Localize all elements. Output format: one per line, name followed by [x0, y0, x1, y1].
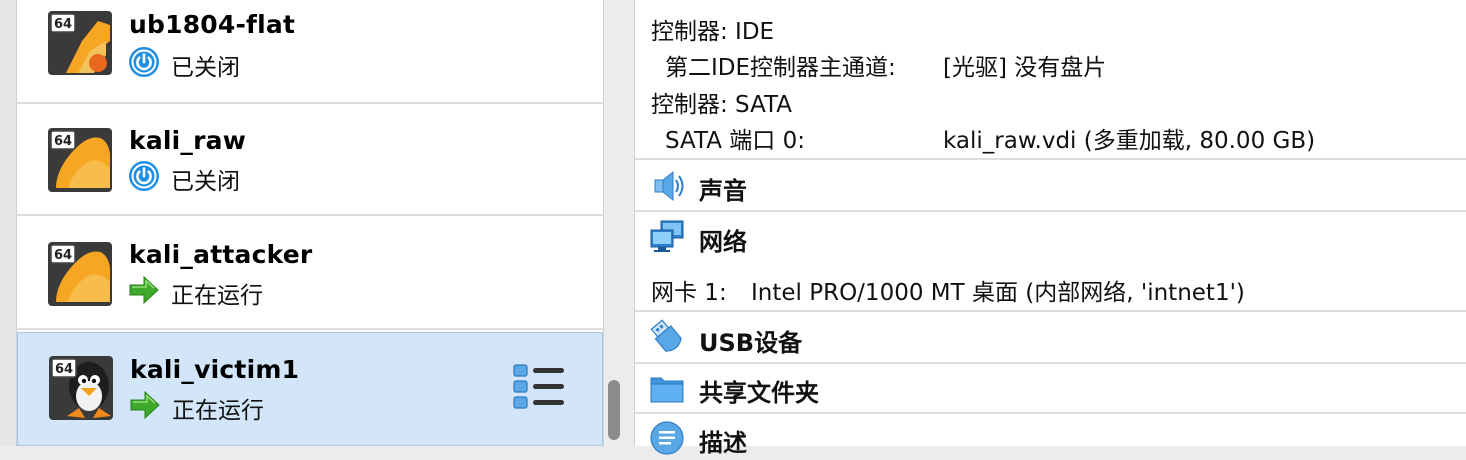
- section-title-usb[interactable]: USB设备: [699, 323, 802, 358]
- storage-controller-sata: 控制器: SATA: [651, 92, 793, 118]
- section-title-shared-folders[interactable]: 共享文件夹: [699, 373, 819, 408]
- divider: [635, 310, 1466, 312]
- arch-badge: 64: [55, 362, 73, 377]
- arch-badge: 64: [54, 248, 72, 263]
- divider: [635, 362, 1466, 364]
- linux-penguin-icon: 64: [49, 356, 113, 420]
- vm-list-scrollbar[interactable]: [608, 380, 620, 440]
- vm-item-kali-victim1[interactable]: 64 kali_victim1 正在运行: [17, 332, 603, 446]
- divider: [635, 210, 1466, 212]
- kali-icon: 64: [48, 242, 112, 306]
- details-pane: 控制器: IDE 第二IDE控制器主通道: [光驱] 没有盘片 控制器: SAT…: [634, 0, 1466, 457]
- storage-ide-port-value[interactable]: [光驱] 没有盘片: [943, 48, 1106, 82]
- running-arrow-icon: [129, 389, 161, 421]
- folder-icon: [649, 370, 685, 406]
- speaker-icon: [649, 168, 685, 204]
- usb-icon: [649, 319, 685, 355]
- vm-status: 已关闭: [171, 55, 240, 81]
- section-title-network[interactable]: 网络: [699, 222, 747, 257]
- power-off-icon: [128, 46, 160, 78]
- section-title-audio[interactable]: 声音: [699, 171, 747, 206]
- vm-list: 64 ub1804-flat 已关闭 64 kali_raw 已关闭 64 ka…: [16, 0, 604, 446]
- machine-tools-menu-icon[interactable]: [512, 363, 566, 411]
- network-adapter-value: Intel PRO/1000 MT 桌面 (内部网络, 'intnet1'): [751, 280, 1245, 306]
- vm-list-panel: 64 ub1804-flat 已关闭 64 kali_raw 已关闭 64 ka…: [0, 0, 604, 446]
- storage-controller-ide: 控制器: IDE: [651, 19, 775, 45]
- vm-item-kali-raw[interactable]: 64 kali_raw 已关闭: [17, 104, 603, 216]
- divider: [635, 158, 1466, 160]
- divider: [635, 412, 1466, 414]
- vm-status: 已关闭: [171, 169, 240, 195]
- network-adapter-label: 网卡 1:: [651, 280, 727, 306]
- network-icon: [649, 218, 685, 254]
- ubuntu-icon: 64: [48, 11, 112, 75]
- vm-name: ub1804-flat: [129, 10, 296, 39]
- vm-status: 正在运行: [171, 283, 263, 309]
- vm-status: 正在运行: [172, 398, 264, 424]
- vm-name: kali_attacker: [129, 240, 313, 269]
- section-title-description[interactable]: 描述: [699, 423, 747, 458]
- vm-name: kali_victim1: [130, 355, 300, 384]
- vm-name: kali_raw: [129, 126, 247, 155]
- arch-badge: 64: [54, 134, 72, 149]
- kali-icon: 64: [48, 128, 112, 192]
- storage-ide-port-label: 第二IDE控制器主通道:: [665, 55, 896, 81]
- power-off-icon: [128, 160, 160, 192]
- vm-item-ub1804-flat[interactable]: 64 ub1804-flat 已关闭: [17, 0, 603, 104]
- running-arrow-icon: [128, 274, 160, 306]
- storage-sata-port-label: SATA 端口 0:: [665, 128, 805, 154]
- storage-sata-port-value: kali_raw.vdi (多重加载, 80.00 GB): [943, 128, 1316, 154]
- vm-item-kali-attacker[interactable]: 64 kali_attacker 正在运行: [17, 218, 603, 330]
- arch-badge: 64: [54, 17, 72, 32]
- description-icon: [649, 420, 685, 456]
